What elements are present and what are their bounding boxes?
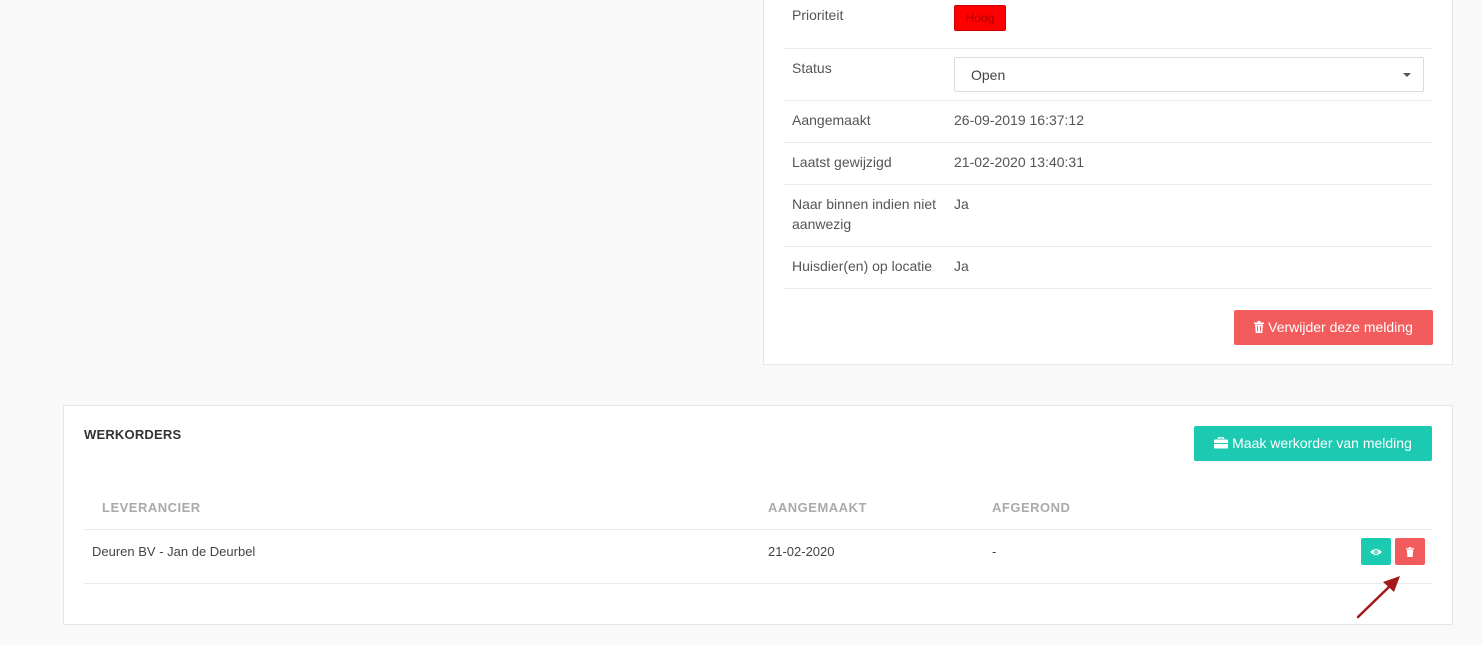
- pets-value: Ja: [954, 258, 969, 274]
- detail-row-modified: Laatst gewijzigd 21-02-2020 13:40:31: [784, 143, 1432, 185]
- detail-row-enter-if-absent: Naar binnen indien niet aanwezig Ja: [784, 185, 1432, 247]
- detail-row-priority: Prioriteit Hoog: [784, 0, 1432, 49]
- status-select[interactable]: Open: [954, 57, 1424, 92]
- eye-icon: [1370, 548, 1382, 555]
- detail-row-pets: Huisdier(en) op locatie Ja: [784, 247, 1432, 289]
- column-header-created: AANGEMAAKT: [768, 500, 867, 515]
- created-value: 26-09-2019 16:37:12: [954, 112, 1084, 128]
- report-details-table: Prioriteit Hoog Status Open Aangemaakt 2…: [784, 0, 1432, 289]
- pets-label: Huisdier(en) op locatie: [792, 258, 933, 274]
- briefcase-icon: [1214, 427, 1229, 462]
- modified-value: 21-02-2020 13:40:31: [954, 154, 1084, 170]
- delete-report-button[interactable]: Verwijder deze melding: [1234, 310, 1433, 345]
- detail-row-status: Status Open: [784, 49, 1432, 101]
- make-workorder-button-label: Maak werkorder van melding: [1232, 435, 1412, 451]
- trash-icon: [1406, 546, 1414, 557]
- table-row: Deuren BV - Jan de Deurbel 21-02-2020 -: [84, 530, 1432, 584]
- delete-workorder-button[interactable]: [1395, 538, 1425, 565]
- status-label: Status: [792, 60, 832, 76]
- table-header: LEVERANCIER AANGEMAAKT AFGEROND: [84, 486, 1432, 530]
- priority-badge: Hoog: [954, 5, 1006, 31]
- priority-label: Prioriteit: [792, 7, 844, 23]
- enter-if-absent-label: Naar binnen indien niet aanwezig: [792, 196, 936, 232]
- view-workorder-button[interactable]: [1361, 538, 1391, 565]
- report-details-card: Prioriteit Hoog Status Open Aangemaakt 2…: [763, 0, 1453, 365]
- cell-done: -: [992, 544, 997, 559]
- make-workorder-button[interactable]: Maak werkorder van melding: [1194, 426, 1432, 461]
- column-header-done: AFGEROND: [992, 500, 1071, 515]
- cell-created: 21-02-2020: [768, 544, 835, 559]
- workorders-card: WERKORDERS Maak werkorder van melding LE…: [63, 405, 1453, 625]
- workorders-table: LEVERANCIER AANGEMAAKT AFGEROND Deuren B…: [84, 486, 1432, 584]
- status-selected-value: Open: [971, 67, 1006, 83]
- annotation-arrow: [1356, 576, 1400, 619]
- column-header-supplier: LEVERANCIER: [102, 500, 201, 515]
- created-label: Aangemaakt: [792, 112, 871, 128]
- modified-label: Laatst gewijzigd: [792, 154, 892, 170]
- workorders-title: WERKORDERS: [84, 427, 182, 442]
- enter-if-absent-value: Ja: [954, 196, 969, 212]
- cell-supplier: Deuren BV - Jan de Deurbel: [92, 544, 256, 559]
- delete-report-button-label: Verwijder deze melding: [1268, 319, 1413, 335]
- trash-icon: [1254, 311, 1265, 346]
- caret-down-icon: [1403, 73, 1411, 77]
- detail-row-created: Aangemaakt 26-09-2019 16:37:12: [784, 101, 1432, 143]
